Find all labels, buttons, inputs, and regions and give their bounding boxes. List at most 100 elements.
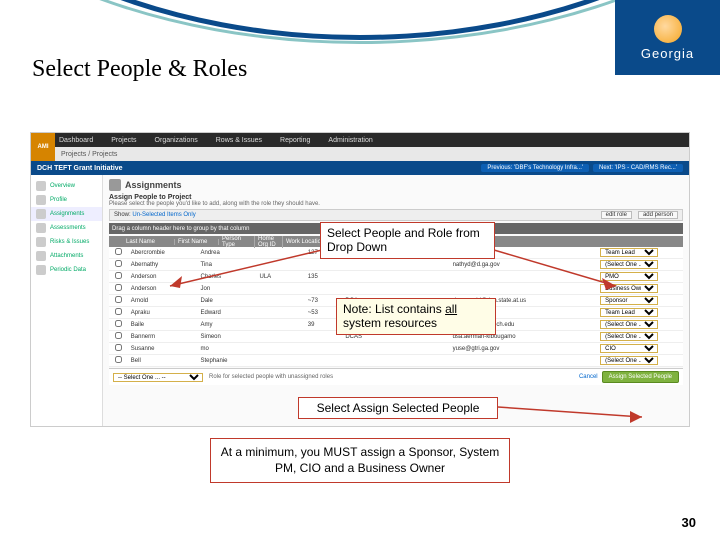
cell-worklocation [342,283,449,295]
table-row: BellStephanie (Select One ...) [109,355,683,367]
peach-icon [654,15,682,43]
cell-worklocation [342,271,449,283]
callout-note: Note: List contains all system resources [336,298,496,335]
cell-lastname: Baile [128,319,198,331]
nav-item[interactable]: Dashboard [59,137,93,144]
row-checkbox[interactable] [115,344,122,351]
cell-worklocation [342,355,449,367]
profile-icon [36,195,46,205]
sidebar-item-risks[interactable]: Risks & Issues [31,235,102,249]
cell-firstname: Stephanie [198,355,257,367]
arrow-to-assign-btn [496,403,656,425]
arrow-to-role [490,244,630,294]
bottom-note: At a minimum, you MUST assign a Sponsor,… [210,438,510,483]
cell-lastname: Susanne [128,343,198,355]
cell-firstname: mo [198,343,257,355]
panel-heading: Assignments [125,180,182,190]
cell-lastname: Bannerm [128,331,198,343]
role-select[interactable]: Sponsor [600,296,658,305]
show-label: Show: [114,212,131,218]
sidebar-item-overview[interactable]: Overview [31,179,102,193]
cell-lastname: Bell [128,355,198,367]
prev-project[interactable]: Previous: 'DBF's Technology Infra...' [481,164,589,172]
row-checkbox[interactable] [115,284,122,291]
sidebar-item-assignments[interactable]: Assignments [31,207,102,221]
cell-persontype [257,355,305,367]
assessments-icon [36,223,46,233]
cell-persontype [257,319,305,331]
sidebar-item-label: Overview [50,183,75,189]
show-filter[interactable]: Un-Selected Items Only [132,212,195,218]
edit-role-button[interactable]: edit role [601,211,632,219]
cell-homeorg [305,355,343,367]
sidebar-item-label: Assignments [50,211,84,217]
group-hint: Drag a column header here to group by th… [109,226,252,232]
next-project[interactable]: Next: 'IPS - CAD/RMS Rec...' [593,164,683,172]
sidebar-item-label: Risks & Issues [50,239,89,245]
row-checkbox[interactable] [115,308,122,315]
nav-item[interactable]: Projects [111,137,136,144]
georgia-logo: Georgia [615,0,720,75]
table-toolbar: Show: Un-Selected Items Only edit role a… [109,209,683,221]
cell-firstname: Edward [198,307,257,319]
row-checkbox[interactable] [115,272,122,279]
bulk-role-select[interactable]: -- Select One ... -- [113,373,203,382]
panel-subheading: Assign People to Project [109,194,683,201]
row-checkbox[interactable] [115,248,122,255]
row-checkbox[interactable] [115,260,122,267]
cell-lastname: Apraku [128,307,198,319]
project-title: DCH TEFT Grant Initiative [37,165,123,172]
table-row: Susannemo yuse@gtri.ga.govCIO [109,343,683,355]
bulk-role-hint: Role for selected people with unassigned… [209,374,333,380]
sidebar: Overview Profile Assignments Assessments… [31,175,103,427]
logo-text: Georgia [641,46,694,61]
sidebar-item-attachments[interactable]: Attachments [31,249,102,263]
cell-firstname: Amy [198,319,257,331]
cell-worklocation [342,259,449,271]
assign-selected-button[interactable]: Assign Selected People [602,371,679,383]
top-nav: Dashboard Projects Organizations Rows & … [31,133,689,147]
row-checkbox[interactable] [115,332,122,339]
arrow-to-list [160,244,330,294]
cell-persontype [257,331,305,343]
breadcrumb: Projects / Projects [31,147,689,161]
nav-item[interactable]: Rows & Issues [216,137,262,144]
cell-worklocation [342,343,449,355]
sidebar-item-label: Assessments [50,225,86,231]
nav-item[interactable]: Organizations [155,137,198,144]
role-select[interactable]: CIO [600,344,658,353]
panel-description: Please select the people you'd like to a… [109,201,683,207]
cell-firstname: Simeon [198,331,257,343]
cell-firstname: Dale [198,295,257,307]
role-select[interactable]: (Select One ...) [600,356,658,365]
periodic-icon [36,265,46,275]
cell-email [450,355,598,367]
row-checkbox[interactable] [115,356,122,363]
page-number: 30 [682,515,696,530]
nav-item[interactable]: Administration [328,137,372,144]
sidebar-item-label: Attachments [50,253,83,259]
cell-persontype [257,343,305,355]
project-bar: DCH TEFT Grant Initiative Previous: 'DBF… [31,161,689,175]
row-checkbox[interactable] [115,320,122,327]
sidebar-item-label: Periodic Data [50,267,86,273]
role-select[interactable]: (Select One ...) [600,320,658,329]
nav-item[interactable]: Reporting [280,137,310,144]
cell-persontype [257,295,305,307]
row-checkbox[interactable] [115,296,122,303]
cell-email: yuse@gtri.ga.gov [450,343,598,355]
cell-homeorg [305,343,343,355]
sidebar-item-label: Profile [50,197,67,203]
role-select[interactable]: Team Lead [600,308,658,317]
table-footer: -- Select One ... -- Role for selected p… [109,368,683,385]
overview-icon [36,181,46,191]
sidebar-item-profile[interactable]: Profile [31,193,102,207]
cell-lastname: Arnold [128,295,198,307]
role-select[interactable]: (Select One ...) [600,332,658,341]
attachments-icon [36,251,46,261]
cancel-link[interactable]: Cancel [579,374,598,380]
sidebar-item-periodic[interactable]: Periodic Data [31,263,102,277]
sidebar-item-assessments[interactable]: Assessments [31,221,102,235]
add-person-button[interactable]: add person [638,211,678,219]
assignments-icon [36,209,46,219]
